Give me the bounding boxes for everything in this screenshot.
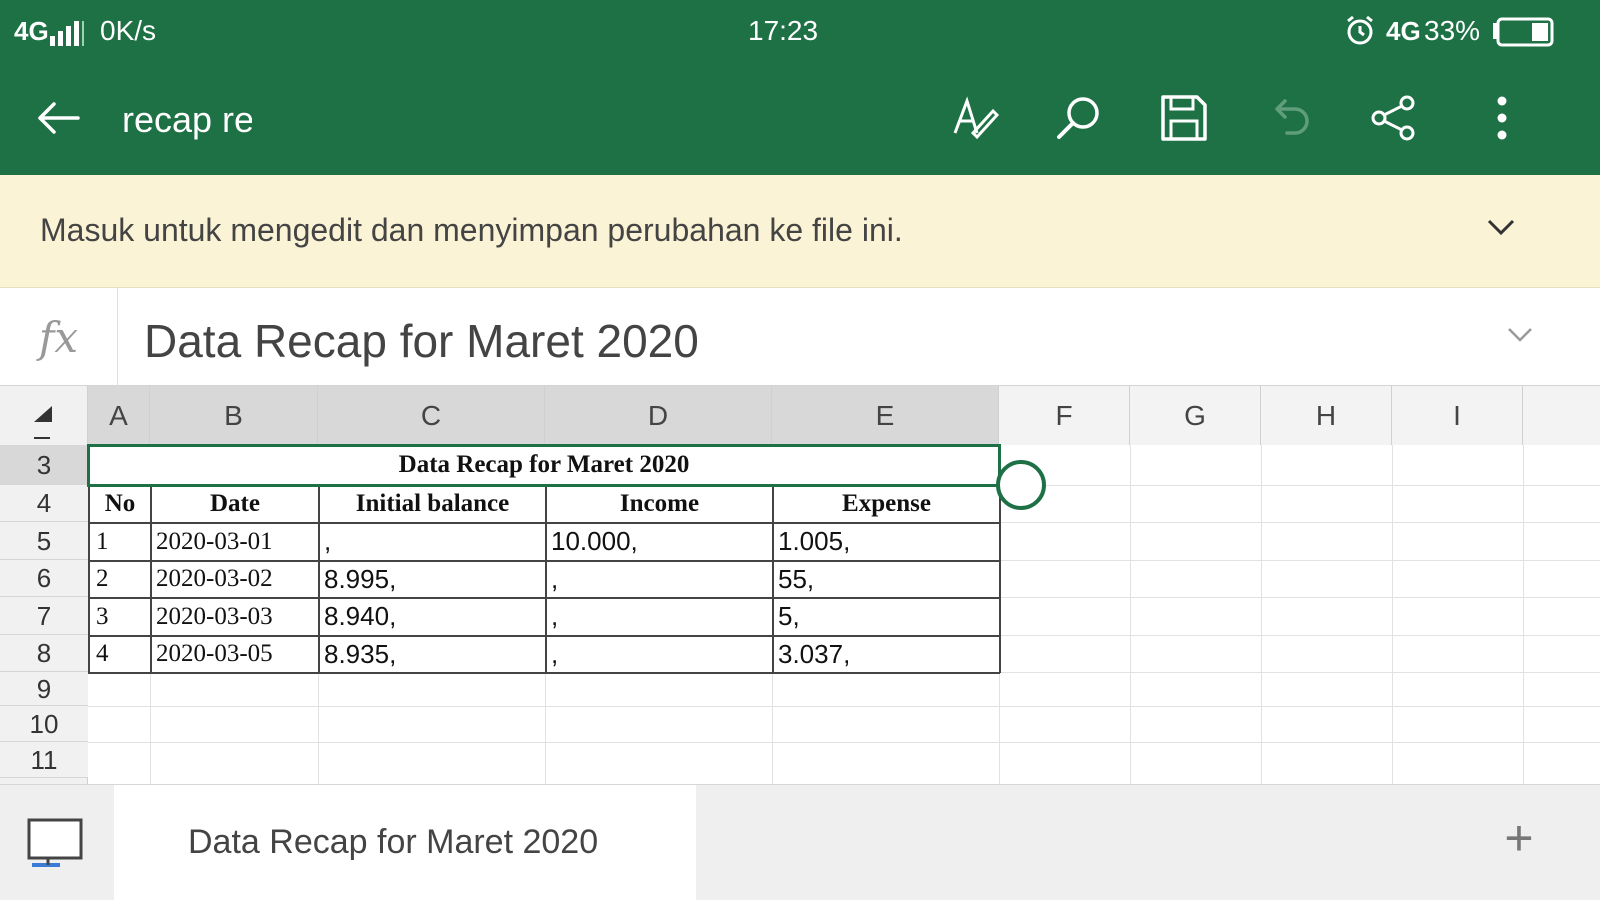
header-cell-no[interactable]: No <box>90 486 150 522</box>
cell-no[interactable]: 1 <box>96 523 148 560</box>
clock: 17:23 <box>748 15 819 46</box>
formula-expand-icon[interactable] <box>1506 326 1534 349</box>
row-header-8[interactable]: 8 <box>0 635 88 672</box>
row-header-7[interactable]: 7 <box>0 597 88 635</box>
cell-no[interactable]: 2 <box>96 561 148 597</box>
header-cell-date[interactable]: Date <box>152 486 318 522</box>
row-header-11[interactable]: 11 <box>0 742 88 778</box>
undo-icon[interactable] <box>1262 90 1318 146</box>
column-header-h[interactable]: H <box>1261 386 1392 445</box>
formula-input[interactable]: Data Recap for Maret 2020 <box>144 314 699 368</box>
data-type: 4G <box>1386 16 1421 46</box>
add-icon[interactable]: + <box>1494 813 1544 863</box>
row-header-6[interactable]: 6 <box>0 560 88 597</box>
status-bar: 4G 0K/s 17:23 4G 33% <box>0 0 1600 62</box>
sign-in-banner[interactable]: Masuk untuk mengedit dan menyimpan perub… <box>0 175 1600 288</box>
cell-initial-balance[interactable]: 8.995, <box>324 561 542 597</box>
cell-initial-balance[interactable]: 8.935, <box>324 636 542 672</box>
column-header-a[interactable]: A <box>88 386 150 445</box>
row-header-5[interactable]: 5 <box>0 522 88 560</box>
gridline <box>1261 445 1262 784</box>
header-cell-expense[interactable]: Expense <box>774 486 999 522</box>
save-icon[interactable] <box>1156 90 1212 146</box>
cell-date[interactable]: 2020-03-01 <box>156 523 316 560</box>
sheet-tab-label: Data Recap for Maret 2020 <box>188 823 599 861</box>
gridline <box>1392 445 1393 784</box>
column-header-c[interactable]: C <box>318 386 545 445</box>
cell-date[interactable]: 2020-03-03 <box>156 598 316 635</box>
gridline <box>1523 445 1524 784</box>
cell-initial-balance[interactable]: , <box>324 523 542 560</box>
cell-date[interactable]: 2020-03-05 <box>156 636 316 672</box>
cell-expense[interactable]: 3.037, <box>778 636 996 672</box>
table-border <box>999 485 1001 673</box>
cell-expense[interactable]: 1.005, <box>778 523 996 560</box>
column-header-i[interactable]: I <box>1392 386 1523 445</box>
spreadsheet-grid[interactable]: A B C D E F G H I 3 4 5 6 7 8 9 10 11 Da… <box>0 386 1600 784</box>
alarm-icon <box>1344 14 1376 51</box>
column-header-d[interactable]: D <box>545 386 772 445</box>
table-border <box>88 672 1000 674</box>
cell-date[interactable]: 2020-03-02 <box>156 561 316 597</box>
sheet-bar: Data Recap for Maret 2020 + <box>0 784 1600 900</box>
cell-income[interactable]: , <box>551 598 769 635</box>
back-arrow-icon[interactable] <box>30 90 86 146</box>
cell-no[interactable]: 3 <box>96 598 148 635</box>
share-icon[interactable] <box>1366 90 1422 146</box>
chevron-down-icon[interactable] <box>1486 217 1516 242</box>
signal-icon <box>50 20 86 51</box>
gridline <box>88 706 1600 707</box>
gridline <box>88 742 1600 743</box>
selection-handle[interactable] <box>996 460 1046 510</box>
header-cell-income[interactable]: Income <box>547 486 772 522</box>
cell-income[interactable]: , <box>551 636 769 672</box>
formula-bar: fx Data Recap for Maret 2020 <box>0 288 1600 386</box>
sheets-icon[interactable] <box>26 817 86 869</box>
cell-initial-balance[interactable]: 8.940, <box>324 598 542 635</box>
app-bar: recap re <box>0 62 1600 175</box>
sheet-tab[interactable]: Data Recap for Maret 2020 <box>114 785 696 900</box>
network-speed: 0K/s <box>100 15 157 46</box>
battery-percent: 33% <box>1424 15 1481 46</box>
banner-message: Masuk untuk mengedit dan menyimpan perub… <box>40 212 903 248</box>
row-header-3[interactable]: 3 <box>0 445 88 485</box>
cell-income[interactable]: , <box>551 561 769 597</box>
column-header-b[interactable]: B <box>150 386 318 445</box>
header-cell-initial-balance[interactable]: Initial balance <box>320 486 545 522</box>
selection-outline <box>87 444 1001 487</box>
cell-expense[interactable]: 5, <box>778 598 996 635</box>
cell-no[interactable]: 4 <box>96 636 148 672</box>
cell-income[interactable]: 10.000, <box>551 523 769 560</box>
hidden-rows-marker <box>34 437 50 439</box>
document-title[interactable]: recap re <box>122 98 252 142</box>
column-header-g[interactable]: G <box>1130 386 1261 445</box>
cell-expense[interactable]: 55, <box>778 561 996 597</box>
network-type: 4G <box>14 16 49 46</box>
gridline <box>1130 445 1131 784</box>
battery-icon <box>1492 17 1556 52</box>
pen-icon[interactable] <box>946 90 1002 146</box>
column-header-j[interactable] <box>1523 386 1600 445</box>
row-header-10[interactable]: 10 <box>0 706 88 742</box>
more-vertical-icon[interactable] <box>1474 90 1530 146</box>
column-header-e[interactable]: E <box>772 386 999 445</box>
column-header-f[interactable]: F <box>999 386 1130 445</box>
row-header-4[interactable]: 4 <box>0 485 88 522</box>
fx-icon[interactable]: fx <box>0 288 118 386</box>
row-header-9[interactable]: 9 <box>0 672 88 706</box>
search-icon[interactable] <box>1050 90 1106 146</box>
